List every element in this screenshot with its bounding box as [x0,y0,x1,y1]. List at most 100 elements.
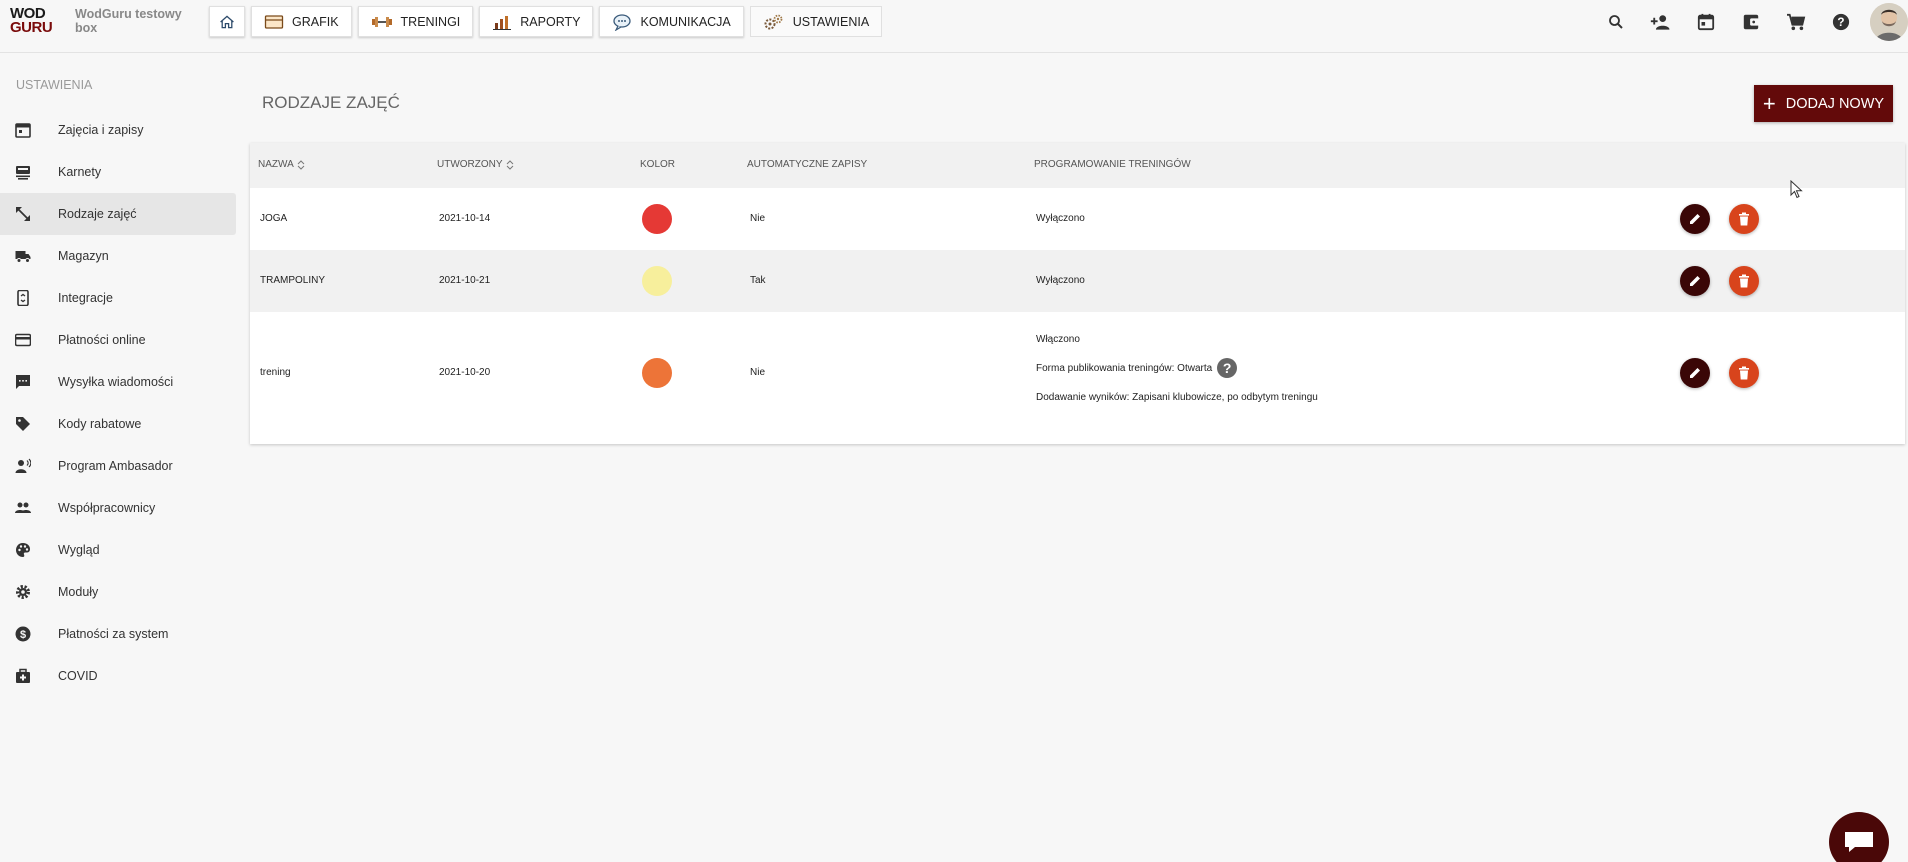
cell-created: 2021-10-21 [439,275,491,286]
dumbbell-icon [371,16,392,27]
cell-publishing-form: Forma publikowania treningów: Otwarta ? [1036,358,1238,378]
search-button[interactable] [1593,0,1638,44]
color-swatch [642,358,672,388]
people-icon [15,502,31,513]
cell-name: TRAMPOLINY [260,275,326,286]
mouse-cursor [1790,180,1803,199]
cell-programming: Wyłączono [1036,213,1085,224]
nav-ustawienia[interactable]: USTAWIENIA [749,6,883,37]
home-button[interactable] [209,6,245,37]
header-color: KOLOR [640,159,676,170]
nav-komunikacja[interactable]: KOMUNIKACJA [599,6,744,37]
header-auto-signup: AUTOMATYCZNE ZAPISY [747,159,868,170]
cell-name: trening [260,367,291,378]
delete-button[interactable] [1729,204,1759,234]
nav-raporty[interactable]: RAPORTY [479,6,594,37]
trash-icon [1739,366,1749,380]
avatar[interactable] [1870,3,1908,41]
add-person-icon [1650,15,1669,30]
calendar-icon [15,123,31,138]
main-nav: GRAFIK TRENINGI RAPORTY KOMUNIKACJA USTA… [209,6,883,37]
wallet-icon [1743,14,1759,30]
phone-sync-icon [17,290,29,306]
sidebar-item-zajecia[interactable]: Zajęcia i zapisy [0,109,237,151]
speech-bubble-icon [613,13,632,31]
search-icon [1608,15,1623,29]
message-icon [16,375,30,389]
cell-created: 2021-10-20 [439,367,491,378]
gear-icon [16,585,30,599]
sidebar-item-moduly[interactable]: Moduły [0,571,237,613]
sort-icon [297,159,305,170]
sidebar-item-wspolpracownicy[interactable]: Współpracownicy [0,487,237,529]
nav-treningi[interactable]: TRENINGI [357,6,474,37]
cell-auto-signup: Tak [750,275,766,286]
sidebar-item-platnosci-system[interactable]: $ Płatności za system [0,613,237,655]
home-icon [220,15,234,28]
sidebar-item-rodzaje-zajec[interactable]: Rodzaje zajęć [0,193,236,235]
sidebar-item-platnosci-online[interactable]: Płatności online [0,319,237,361]
header-programming: PROGRAMOWANIE TRENINGÓW [1034,159,1191,170]
cell-auto-signup: Nie [750,213,766,224]
sidebar-title: USTAWIENIA [16,78,93,92]
credit-card-icon [15,333,31,347]
help-button[interactable]: ? [1818,0,1863,44]
sidebar-item-karnety[interactable]: Karnety [0,151,237,193]
resize-arrow-icon [16,207,30,221]
wallet-button[interactable] [1728,0,1773,44]
chat-button[interactable] [1829,812,1889,862]
add-new-button[interactable]: + DODAJ NOWY [1754,85,1893,122]
nav-grafik[interactable]: GRAFIK [251,6,352,37]
delete-button[interactable] [1729,266,1759,296]
medical-kit-icon [16,668,30,683]
sidebar-item-magazyn[interactable]: Magazyn [0,235,237,277]
page-title: RODZAJE ZAJĘĆ [262,93,400,112]
class-types-table: NAZWA UTWORZONY KOLOR AUTOMATYCZNE ZAPIS… [250,143,1905,444]
trash-icon [1739,212,1749,226]
table-row: trening 2021-10-20 Nie Włączono Forma pu… [250,312,1905,444]
logo[interactable]: WOD GURU [10,6,58,37]
sidebar-item-wysylka[interactable]: Wysyłka wiadomości [0,361,237,403]
pencil-icon [1690,276,1700,286]
chart-icon [493,15,512,30]
trash-icon [1739,274,1749,288]
color-swatch [642,204,672,234]
svg-text:?: ? [1837,16,1844,29]
edit-button[interactable] [1680,358,1710,388]
palette-icon [16,543,30,557]
table-row: JOGA 2021-10-14 Nie Wyłączono [250,188,1905,250]
cell-name: JOGA [260,213,288,224]
table-header: NAZWA UTWORZONY KOLOR AUTOMATYCZNE ZAPIS… [250,143,1905,188]
add-person-button[interactable] [1638,0,1683,44]
cell-programming: Wyłączono [1036,275,1085,286]
gears-icon [764,14,783,29]
plus-icon: + [1762,90,1776,116]
delete-button[interactable] [1729,358,1759,388]
sidebar: USTAWIENIA Zajęcia i zapisy Karnety Rodz… [0,53,237,862]
dollar-icon: $ [15,626,31,642]
calendar-button[interactable] [1683,0,1728,44]
sidebar-item-integracje[interactable]: Integracje [0,277,237,319]
pencil-icon [1690,214,1700,224]
cell-auto-signup: Nie [750,367,766,378]
cart-button[interactable] [1773,0,1818,44]
header-created[interactable]: UTWORZONY [437,159,514,170]
cart-icon [1786,13,1805,31]
card-terminal-icon [16,166,30,180]
table-row: TRAMPOLINY 2021-10-21 Tak Wyłączono [250,250,1905,312]
color-swatch [642,266,672,296]
sort-icon [506,159,513,170]
calendar-icon [1697,13,1714,31]
help-icon: ? [1832,13,1849,31]
sidebar-item-ambasador[interactable]: Program Ambasador [0,445,237,487]
sidebar-item-kody-rabatowe[interactable]: Kody rabatowe [0,403,237,445]
edit-button[interactable] [1680,266,1710,296]
edit-button[interactable] [1680,204,1710,234]
sidebar-item-wyglad[interactable]: Wygląd [0,529,237,571]
tag-icon [16,417,30,431]
sidebar-item-covid[interactable]: COVID [0,655,237,697]
header-name[interactable]: NAZWA [258,159,305,170]
help-icon[interactable]: ? [1217,358,1238,378]
sidebar-menu: Zajęcia i zapisy Karnety Rodzaje zajęć M… [0,109,237,697]
top-actions: ? [1593,0,1908,44]
